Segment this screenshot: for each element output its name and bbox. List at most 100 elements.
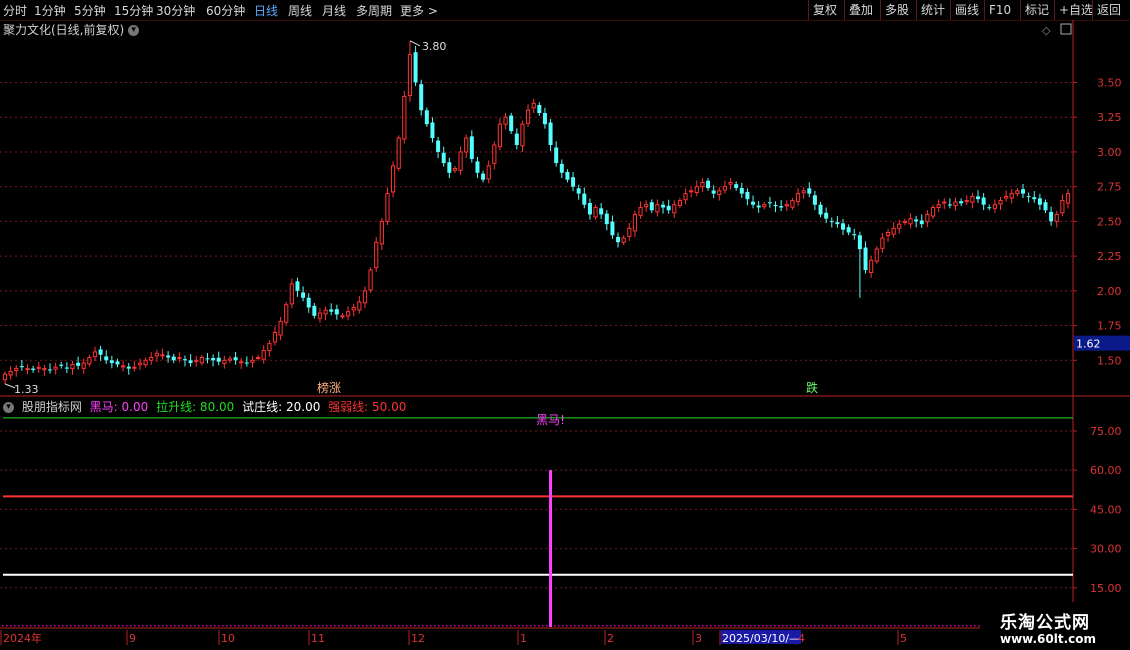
date-axis-dot (130, 625, 132, 627)
candle-body-up (284, 304, 289, 323)
indicator-tick-label: 15.00 (1090, 582, 1122, 595)
date-axis-dot (682, 625, 684, 627)
date-axis-dot (298, 625, 300, 627)
date-axis-dot (574, 625, 576, 627)
date-axis-dot (390, 625, 392, 627)
candle-body-up (638, 207, 643, 216)
date-axis-dot (26, 625, 28, 627)
watermark-title: 乐淘公式网 (1000, 613, 1090, 633)
date-axis-dot (138, 625, 140, 627)
candle-body-down (436, 140, 441, 152)
date-axis-dot (490, 625, 492, 627)
candle-body-up (632, 213, 638, 232)
date-axis-dot (966, 625, 968, 627)
diamond-icon[interactable]: ◇ (1042, 24, 1051, 37)
candle-body-down (171, 356, 176, 361)
date-axis-dot (678, 625, 680, 627)
date-tick-label: 1 (520, 632, 527, 645)
price-tick-label: 2.00 (1097, 285, 1122, 298)
candle-body-up (357, 301, 362, 311)
watermark: 乐淘公式网 www.60lt.com (980, 602, 1130, 650)
candle-body-down (109, 360, 114, 364)
indicator-name: 股朋指标网 (21, 400, 82, 414)
date-axis-dot (654, 625, 656, 627)
candle-body-up (621, 237, 626, 243)
drop-marker: 跌 (806, 380, 818, 395)
date-axis-dot (82, 625, 84, 627)
date-axis-dot (158, 625, 160, 627)
price-tick-label: 3.50 (1097, 77, 1122, 90)
date-axis-dot (398, 625, 400, 627)
date-tick-label: 10 (221, 632, 235, 645)
date-axis-dot (62, 625, 64, 627)
date-axis-dot (482, 625, 484, 627)
date-axis-dot (970, 625, 972, 627)
date-axis-dot (666, 625, 668, 627)
candle-body-up (1065, 193, 1071, 204)
date-axis-dot (858, 625, 860, 627)
date-axis-dot (726, 625, 728, 627)
date-axis-dot (446, 625, 448, 627)
date-axis-dot (926, 625, 928, 627)
candle-body-up (199, 357, 204, 364)
candle-body-down (554, 147, 559, 164)
date-axis-dot (566, 625, 568, 627)
date-axis-dot (202, 625, 204, 627)
date-axis-dot (286, 625, 288, 627)
candle-body-up (992, 204, 997, 209)
candle-body-up (885, 232, 891, 237)
date-axis-dot (342, 625, 344, 627)
legend-lasheng: 拉升线: 80.00 (156, 400, 235, 414)
date-axis-dot (538, 625, 540, 627)
candle-body-down (126, 366, 131, 369)
date-axis-dot (746, 625, 748, 627)
date-tick-label: 2 (607, 632, 614, 645)
date-axis-dot (34, 625, 36, 627)
date-axis-dot (890, 625, 892, 627)
date-axis-dot (206, 625, 208, 627)
candle-body-up (160, 354, 165, 357)
candle-body-down (616, 236, 621, 243)
candle-body-up (25, 368, 30, 371)
date-axis-dot (470, 625, 472, 627)
date-axis-dot (50, 625, 52, 627)
candle-body-down (216, 357, 221, 362)
candle-body-down (1037, 198, 1042, 205)
date-axis-dot (410, 625, 412, 627)
candle-body-up (323, 309, 328, 315)
candle-body-up (880, 237, 885, 249)
date-axis-dot (54, 625, 56, 627)
date-axis-dot (606, 625, 608, 627)
candle-body-up (520, 123, 525, 147)
candle-body-up (362, 290, 368, 304)
candle-body-up (891, 227, 896, 235)
candle-body-up (722, 186, 728, 191)
date-axis-dot (86, 625, 88, 627)
date-axis-dot (830, 625, 832, 627)
candle-body-up (250, 359, 255, 363)
date-axis-dot (194, 625, 196, 627)
candle-body-down (987, 207, 992, 209)
pane-toggle-icon[interactable] (1060, 23, 1072, 35)
candle-body-down (571, 177, 576, 187)
chevron-down-icon[interactable]: ▾ (3, 402, 14, 413)
candle-body-down (98, 349, 103, 355)
date-axis-dot (846, 625, 848, 627)
date-axis-dot (758, 625, 760, 627)
date-axis-dot (826, 625, 828, 627)
candle-body-up (379, 220, 384, 245)
date-axis-dot (22, 625, 24, 627)
date-axis-dot (134, 625, 136, 627)
candle-body-up (1060, 200, 1065, 214)
date-axis-dot (170, 625, 172, 627)
candle-body-down (115, 361, 120, 365)
candle-body-down (244, 362, 249, 364)
date-axis-dot (962, 625, 964, 627)
candle-body-down (773, 205, 778, 207)
date-axis-dot (934, 625, 936, 627)
date-axis-dot (646, 625, 648, 627)
date-axis-dot (742, 625, 744, 627)
candle-body-up (87, 357, 92, 365)
date-axis-dot (854, 625, 856, 627)
date-axis-dot (306, 625, 308, 627)
